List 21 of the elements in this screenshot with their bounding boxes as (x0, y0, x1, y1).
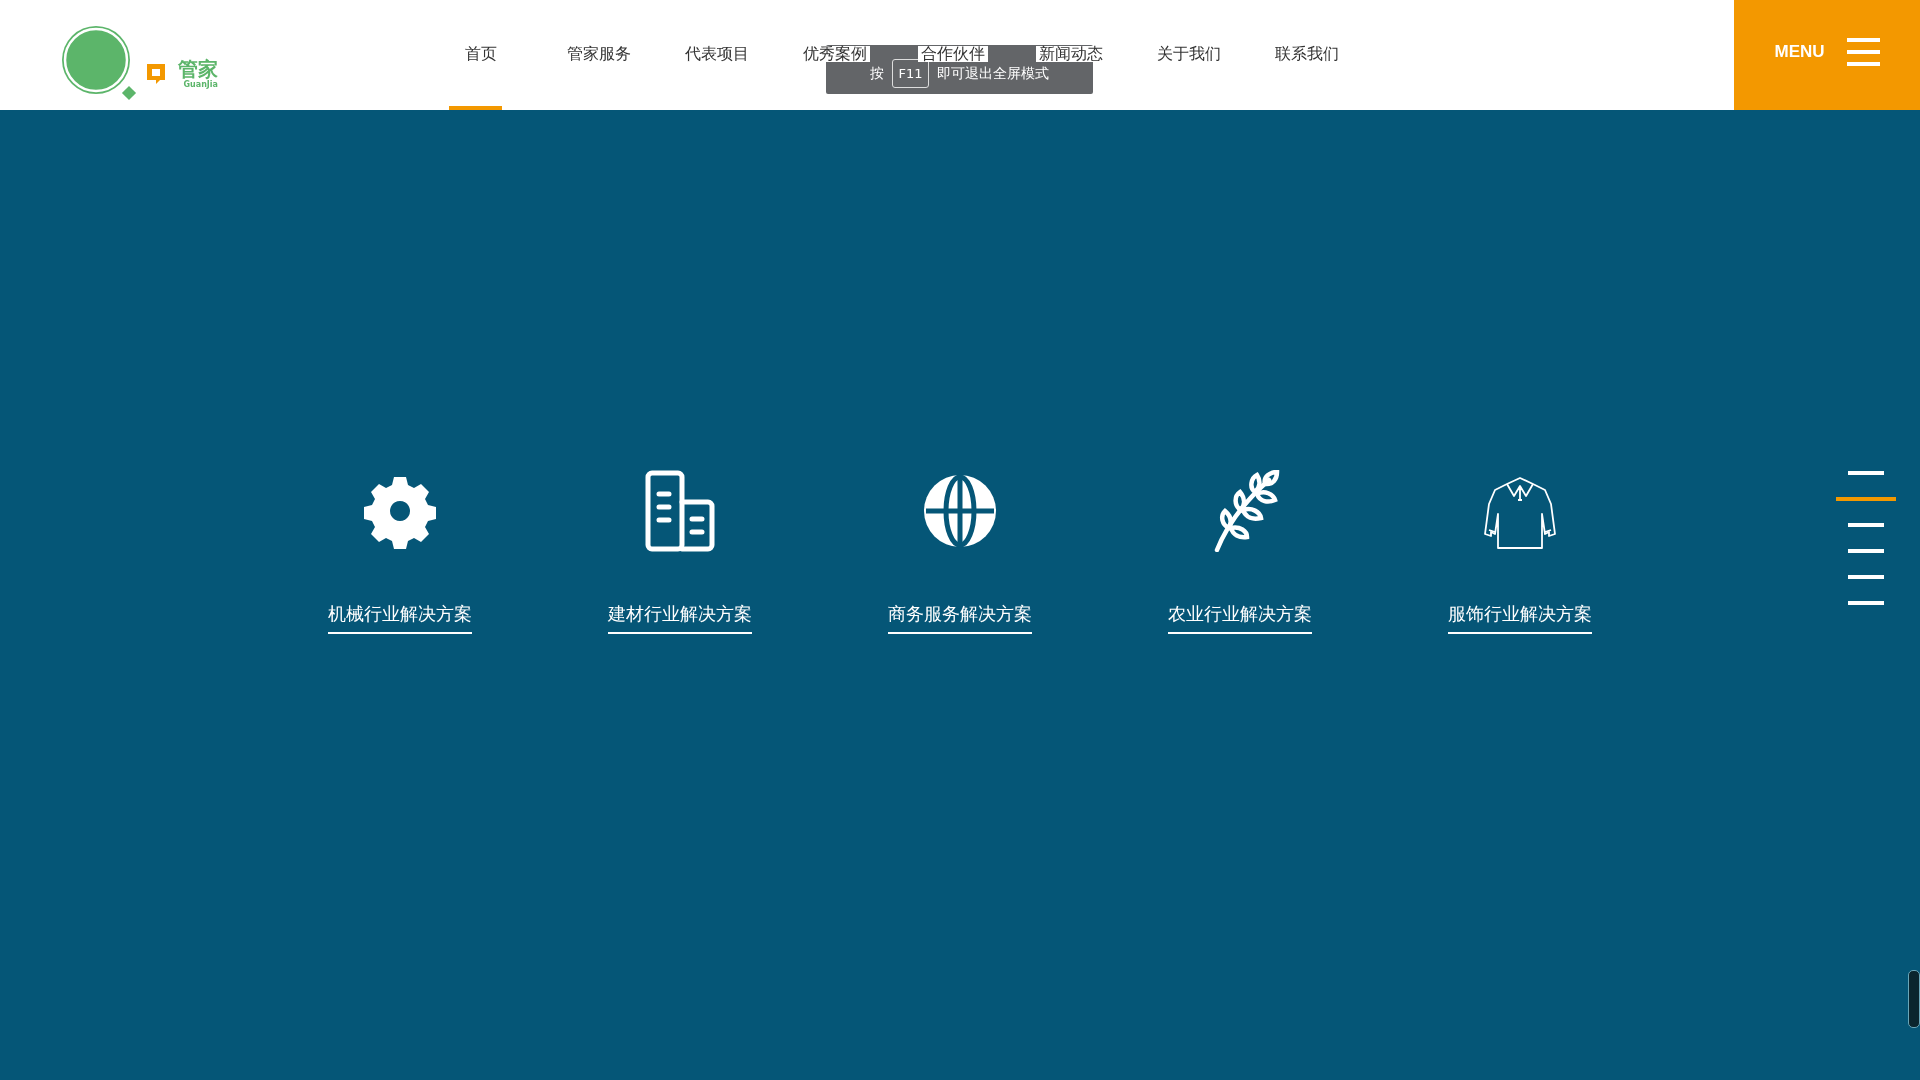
slide-indicator[interactable] (1848, 575, 1884, 579)
nav-link[interactable]: 优秀案例 (800, 46, 870, 62)
nav-link[interactable]: 首页 (462, 46, 500, 62)
solution-link[interactable]: 建材行业解决方案 (608, 602, 752, 634)
slide-indicator[interactable] (1848, 601, 1884, 605)
slide-indicator[interactable] (1848, 549, 1884, 553)
solution-link[interactable]: 机械行业解决方案 (328, 602, 472, 634)
slide-indicator[interactable] (1836, 497, 1896, 501)
solution-link[interactable]: 服饰行业解决方案 (1448, 602, 1592, 634)
slide-indicator[interactable] (1848, 523, 1884, 527)
logo-subtitle: GuanJia (183, 79, 218, 90)
nav-link[interactable]: 管家服务 (564, 46, 634, 62)
notice-text: 按 (870, 64, 885, 83)
solution-link[interactable]: 商务服务解决方案 (888, 602, 1032, 634)
scrollbar-thumb[interactable] (1908, 970, 1920, 1028)
nav-link[interactable]: 新闻动态 (1036, 46, 1106, 62)
menu-icon (1846, 38, 1880, 66)
logo-name: 管家 (178, 57, 218, 80)
slide-indicator[interactable] (1848, 471, 1884, 475)
solution-link[interactable]: 农业行业解决方案 (1168, 602, 1312, 634)
notice-text: 即可退出全屏模式 (936, 64, 1049, 83)
